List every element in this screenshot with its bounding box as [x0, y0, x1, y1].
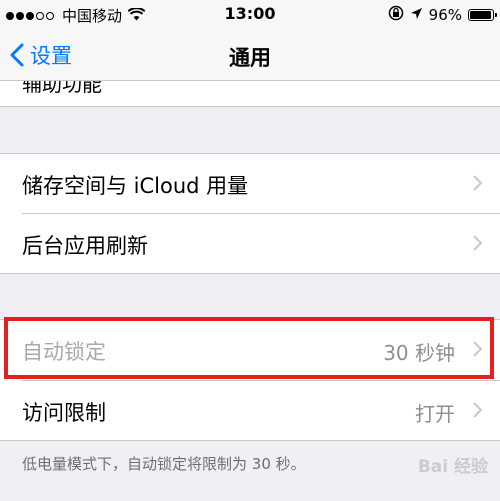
battery-percentage: 96% [428, 6, 462, 24]
battery-icon [468, 9, 497, 21]
clipped-row-label: 辅助功能 [22, 81, 102, 96]
row-label: 储存空间与 iCloud 用量 [22, 174, 249, 198]
watermark-logo: Bai 经验 [417, 457, 488, 477]
battery-fill [470, 11, 491, 19]
storage-icloud-usage-row[interactable]: 储存空间与 iCloud 用量 [0, 154, 500, 214]
auto-lock-row[interactable]: 自动锁定 30 秒钟 [0, 320, 500, 380]
list-item-clipped[interactable]: 辅助功能 [0, 81, 500, 107]
battery-cap [495, 13, 497, 17]
restrictions-row[interactable]: 访问限制 打开 [0, 381, 500, 441]
row-value: 30 秒钟 [383, 341, 455, 365]
status-bar: 中国移动 13:00 96% [0, 0, 500, 30]
row-label: 访问限制 [22, 401, 106, 425]
footer-note: 低电量模式下，自动锁定将限制为 30 秒。 [22, 455, 306, 473]
settings-group-lock: 自动锁定 30 秒钟 访问限制 打开 [0, 319, 500, 441]
row-label: 后台应用刷新 [22, 234, 148, 258]
page-title: 通用 [229, 46, 271, 70]
chevron-right-icon [473, 235, 482, 251]
row-value: 打开 [415, 402, 455, 426]
chevron-right-icon [473, 175, 482, 191]
navigation-bar: 设置 通用 [0, 30, 500, 81]
location-arrow-icon [410, 6, 423, 24]
settings-group-storage: 储存空间与 iCloud 用量 后台应用刷新 [0, 153, 500, 274]
chevron-right-icon [473, 402, 482, 418]
status-right: 96% [382, 5, 497, 25]
background-app-refresh-row[interactable]: 后台应用刷新 [0, 214, 500, 274]
orientation-lock-icon [388, 5, 404, 25]
chevron-right-icon [473, 341, 482, 357]
row-label: 自动锁定 [22, 340, 106, 364]
